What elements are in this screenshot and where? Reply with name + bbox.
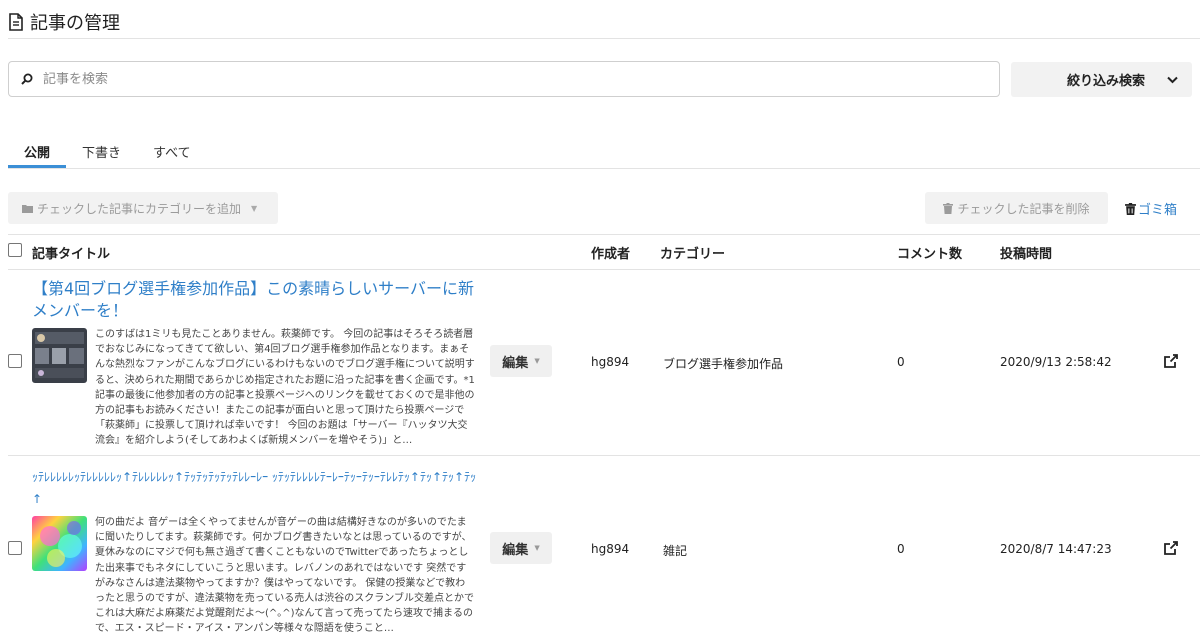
column-title: 記事タイトル [32,247,111,262]
table-divider [8,269,1200,270]
comment-count-cell: 0 [897,542,905,556]
folder-icon [22,204,33,213]
tabs-divider [8,168,1200,169]
article-excerpt: このすばは1ミリも見たことありません。萩薬師です。 今回の記事はそろそろ読者層で… [95,329,475,447]
document-icon [9,13,23,31]
row-checkbox[interactable] [8,541,22,555]
add-category-label: チェックした記事にカテゴリーを追加 [37,201,242,216]
article-title-link[interactable]: ｯﾃﾚﾚﾚﾚﾚｯﾃﾚﾚﾚﾚﾚｯ↑ﾃﾚﾚﾚﾚﾚｯ↑ﾃｯﾃｯﾃｯﾃｯﾃﾚﾚｰﾚｰ ｯ… [32,466,477,510]
edit-label: 編集 [502,542,529,558]
author-cell: hg894 [591,542,630,556]
search-input[interactable] [43,71,999,87]
search-icon [21,73,33,85]
caret-down-icon: ▼ [534,544,540,552]
column-category: カテゴリー [660,247,726,262]
article-excerpt: 何の曲だよ 音ゲーは全くやってませんが音ゲーの曲は結構好きなのが多いのでたまに聞… [95,517,474,635]
posted-time-cell: 2020/8/7 14:47:23 [1000,542,1112,556]
delete-checked-button[interactable]: チェックした記事を削除 [925,192,1108,224]
tab-published[interactable]: 公開 [8,138,67,168]
article-title-link[interactable]: 【第4回ブログ選手権参加作品】この素晴らしいサーバーに新メンバーを！ [32,278,477,322]
page-title: 記事の管理 [30,13,120,34]
comment-count-cell: 0 [897,355,905,369]
edit-button[interactable]: 編集 ▼ [490,532,552,564]
article-thumbnail [32,516,87,571]
filter-search-button[interactable]: 絞り込み検索 [1011,62,1192,97]
category-cell: ブログ選手権参加作品 [663,357,784,371]
external-link-icon[interactable] [1164,541,1178,555]
tab-drafts[interactable]: 下書き [66,138,137,168]
author-cell: hg894 [591,355,630,369]
tab-all[interactable]: すべて [137,138,207,168]
filter-search-label: 絞り込み検索 [1066,74,1145,89]
external-link-icon[interactable] [1164,354,1178,368]
column-author: 作成者 [591,247,631,262]
posted-time-cell: 2020/9/13 2:58:42 [1000,355,1112,369]
trash-icon [1125,202,1136,215]
caret-down-icon: ▼ [251,203,258,213]
trash-label: ゴミ箱 [1138,203,1178,218]
column-comments: コメント数 [897,247,963,262]
row-checkbox[interactable] [8,354,22,368]
edit-label: 編集 [502,355,529,371]
caret-down-icon: ▼ [534,357,540,365]
status-tabs: 公開 下書き すべて [8,138,207,168]
delete-checked-label: チェックした記事を削除 [957,201,1090,216]
category-cell: 雑記 [663,544,688,558]
select-all-checkbox[interactable] [8,243,22,257]
article-thumbnail [32,328,87,383]
trash-link[interactable]: ゴミ箱 [1125,199,1177,218]
chevron-down-icon [1167,76,1178,83]
table-divider [8,455,1200,456]
edit-button[interactable]: 編集 ▼ [490,345,552,377]
add-category-button[interactable]: チェックした記事にカテゴリーを追加 ▼ [8,192,278,224]
column-posted: 投稿時間 [1000,247,1053,262]
header-divider [8,38,1200,39]
trash-icon [943,202,954,214]
table-header: 記事タイトル 作成者 カテゴリー コメント数 投稿時間 [0,235,1200,269]
page-header: 記事の管理 [8,6,1192,38]
search-box[interactable] [8,61,1000,97]
